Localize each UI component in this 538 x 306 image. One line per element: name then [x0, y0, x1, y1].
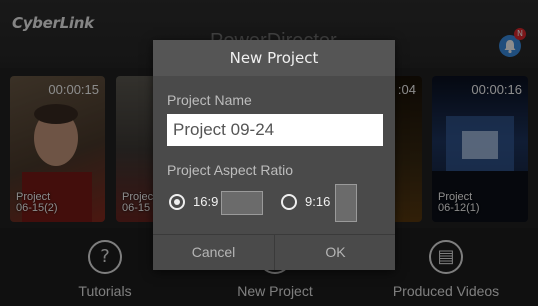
ratio-option-16-9[interactable]: 16:9: [169, 186, 269, 218]
ratio-option-9-16[interactable]: 9:16: [281, 184, 381, 222]
dialog-title: New Project: [153, 40, 395, 76]
landscape-ratio-icon: [221, 191, 263, 215]
portrait-ratio-icon: [335, 184, 357, 222]
ratio-label-16-9: 16:9: [193, 194, 219, 209]
cancel-button[interactable]: Cancel: [153, 235, 274, 270]
radio-unselected-icon[interactable]: [281, 194, 297, 210]
ratio-label-9-16: 9:16: [305, 194, 331, 209]
ok-button[interactable]: OK: [275, 235, 396, 270]
aspect-ratio-label: Project Aspect Ratio: [167, 162, 294, 178]
project-name-label: Project Name: [167, 92, 252, 108]
radio-selected-icon[interactable]: [169, 194, 185, 210]
new-project-dialog: New Project Project Name Project Aspect …: [153, 40, 395, 270]
project-name-input[interactable]: [167, 114, 383, 146]
